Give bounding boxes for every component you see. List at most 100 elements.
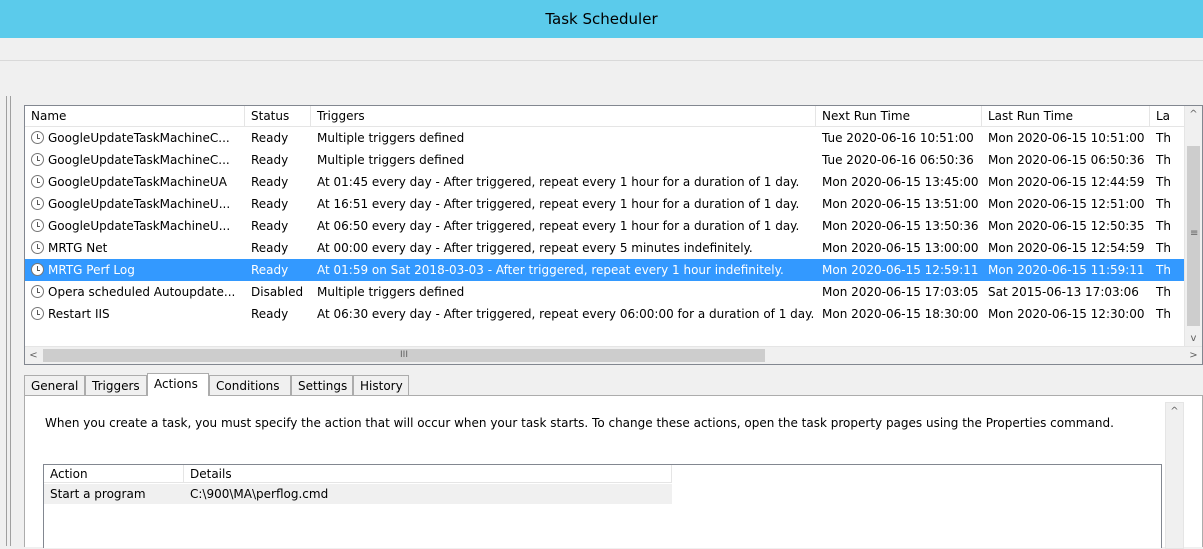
clock-icon	[31, 263, 44, 276]
task-cell-triggers: Multiple triggers defined	[311, 281, 816, 303]
table-row[interactable]: Opera scheduled Autoupdate... Disabled Mul…	[25, 281, 1185, 303]
scroll-up-icon[interactable]: ^	[1185, 106, 1202, 123]
task-la-text: Th	[1156, 131, 1171, 145]
task-cell-la: Th	[1150, 237, 1185, 259]
task-status-text: Ready	[251, 263, 289, 277]
column-header-last-run-time[interactable]: Last Run Time	[982, 106, 1150, 126]
menu-bar	[0, 38, 1203, 61]
clock-icon	[31, 131, 44, 144]
tab-triggers[interactable]: Triggers	[85, 375, 147, 395]
scroll-down-icon[interactable]: v	[1185, 330, 1202, 347]
task-cell-last: Mon 2020-06-15 12:30:00	[982, 303, 1150, 325]
table-row[interactable]: GoogleUpdateTaskMachineUA Ready At 01:45 e…	[25, 171, 1185, 193]
scroll-left-icon[interactable]: <	[25, 347, 42, 364]
table-row[interactable]: MRTG Net Ready At 00:00 every day - After …	[25, 237, 1185, 259]
task-cell-name: Restart IIS	[25, 303, 245, 325]
left-pane-splitter[interactable]	[6, 96, 11, 546]
task-cell-la: Th	[1150, 215, 1185, 237]
table-row[interactable]: GoogleUpdateTaskMachineC... Ready Multiple…	[25, 127, 1185, 149]
task-cell-name: GoogleUpdateTaskMachineC...	[25, 149, 245, 171]
title-bar: Task Scheduler	[0, 0, 1203, 38]
scroll-right-icon[interactable]: >	[1185, 347, 1202, 364]
table-row[interactable]: GoogleUpdateTaskMachineC... Ready Multiple…	[25, 149, 1185, 171]
column-header-triggers[interactable]: Triggers	[311, 106, 816, 126]
task-status-text: Ready	[251, 219, 289, 233]
task-cell-last: Mon 2020-06-15 06:50:36	[982, 149, 1150, 171]
task-cell-name: Opera scheduled Autoupdate...	[25, 281, 245, 303]
task-last-text: Mon 2020-06-15 12:44:59	[988, 175, 1145, 189]
table-row[interactable]: GoogleUpdateTaskMachineU... Ready At 06:50…	[25, 215, 1185, 237]
task-cell-status: Ready	[245, 127, 311, 149]
task-next-text: Mon 2020-06-15 12:59:11	[822, 263, 979, 277]
actions-vertical-scrollbar[interactable]: ^	[1165, 402, 1184, 549]
task-list-vertical-thumb[interactable]: ≡	[1187, 146, 1200, 326]
task-name-text: Opera scheduled Autoupdate...	[48, 285, 236, 299]
task-cell-triggers: At 01:45 every day - After triggered, re…	[311, 171, 816, 193]
task-last-text: Sat 2015-06-13 17:03:06	[988, 285, 1139, 299]
task-status-text: Ready	[251, 241, 289, 255]
task-cell-name: GoogleUpdateTaskMachineC...	[25, 127, 245, 149]
action-cell-details[interactable]: C:\900\MA\perflog.cmd	[184, 484, 672, 504]
task-cell-last: Mon 2020-06-15 11:59:11	[982, 259, 1150, 281]
task-last-text: Mon 2020-06-15 12:51:00	[988, 197, 1145, 211]
tab-conditions[interactable]: Conditions	[209, 375, 291, 395]
task-last-text: Mon 2020-06-15 12:30:00	[988, 307, 1145, 321]
task-list-horizontal-scrollbar[interactable]: < III >	[25, 346, 1202, 364]
column-header-status[interactable]: Status	[245, 106, 311, 126]
task-last-text: Mon 2020-06-15 12:50:35	[988, 219, 1145, 233]
task-cell-la: Th	[1150, 259, 1185, 281]
task-cell-status: Ready	[245, 237, 311, 259]
task-list-header: Name Status Triggers Next Run Time Last …	[25, 106, 1185, 127]
table-row[interactable]: GoogleUpdateTaskMachineU... Ready At 16:51…	[25, 193, 1185, 215]
task-name-text: GoogleUpdateTaskMachineUA	[48, 175, 227, 189]
task-list-vertical-scrollbar[interactable]: ^ ≡ v	[1184, 106, 1202, 347]
task-cell-next: Tue 2020-06-16 10:51:00	[816, 127, 982, 149]
tab-settings[interactable]: Settings	[291, 375, 353, 395]
action-cell-type[interactable]: Start a program	[44, 484, 184, 504]
task-cell-la: Th	[1150, 281, 1185, 303]
scroll-up-icon[interactable]: ^	[1166, 403, 1183, 420]
task-name-text: MRTG Perf Log	[48, 263, 135, 277]
task-status-text: Ready	[251, 131, 289, 145]
task-list[interactable]: Name Status Triggers Next Run Time Last …	[24, 105, 1203, 365]
actions-column-action[interactable]: Action	[44, 465, 184, 483]
task-name-text: GoogleUpdateTaskMachineU...	[48, 219, 231, 233]
task-cell-next: Mon 2020-06-15 17:03:05	[816, 281, 982, 303]
task-status-text: Ready	[251, 153, 289, 167]
clock-icon	[31, 219, 44, 232]
task-last-text: Mon 2020-06-15 11:59:11	[988, 263, 1145, 277]
task-cell-status: Ready	[245, 193, 311, 215]
task-triggers-text: At 01:45 every day - After triggered, re…	[317, 175, 800, 189]
tab-general[interactable]: General	[24, 375, 85, 395]
table-row[interactable]: Restart IIS Ready At 06:30 every day - Aft…	[25, 303, 1185, 325]
table-row[interactable]: MRTG Perf Log Ready At 01:59 on Sat 2018-0…	[25, 259, 1185, 281]
task-next-text: Mon 2020-06-15 17:03:05	[822, 285, 979, 299]
clock-icon	[31, 153, 44, 166]
actions-table[interactable]: Action Details Start a program C:\900\MA…	[43, 464, 1162, 548]
column-header-next-run-time[interactable]: Next Run Time	[816, 106, 982, 126]
column-header-last-run-result[interactable]: La	[1150, 106, 1185, 126]
task-list-horizontal-thumb[interactable]: III	[43, 349, 765, 362]
task-next-text: Tue 2020-06-16 10:51:00	[822, 131, 974, 145]
tab-actions[interactable]: Actions	[147, 373, 209, 396]
task-cell-status: Ready	[245, 215, 311, 237]
task-cell-next: Mon 2020-06-15 13:45:00	[816, 171, 982, 193]
task-cell-triggers: At 06:50 every day - After triggered, re…	[311, 215, 816, 237]
task-name-text: MRTG Net	[48, 241, 108, 255]
task-last-text: Mon 2020-06-15 06:50:36	[988, 153, 1145, 167]
task-la-text: Th	[1156, 219, 1171, 233]
tab-history[interactable]: History	[353, 375, 409, 395]
task-cell-triggers: At 16:51 every day - After triggered, re…	[311, 193, 816, 215]
task-next-text: Mon 2020-06-15 13:00:00	[822, 241, 979, 255]
task-cell-triggers: At 00:00 every day - After triggered, re…	[311, 237, 816, 259]
clock-icon	[31, 285, 44, 298]
task-cell-last: Sat 2015-06-13 17:03:06	[982, 281, 1150, 303]
actions-column-details[interactable]: Details	[184, 465, 672, 483]
task-cell-la: Th	[1150, 303, 1185, 325]
task-cell-last: Mon 2020-06-15 12:54:59	[982, 237, 1150, 259]
task-cell-name: MRTG Perf Log	[25, 259, 245, 281]
task-triggers-text: Multiple triggers defined	[317, 153, 465, 167]
column-header-name[interactable]: Name	[25, 106, 245, 126]
clock-icon	[31, 175, 44, 188]
task-la-text: Th	[1156, 263, 1171, 277]
